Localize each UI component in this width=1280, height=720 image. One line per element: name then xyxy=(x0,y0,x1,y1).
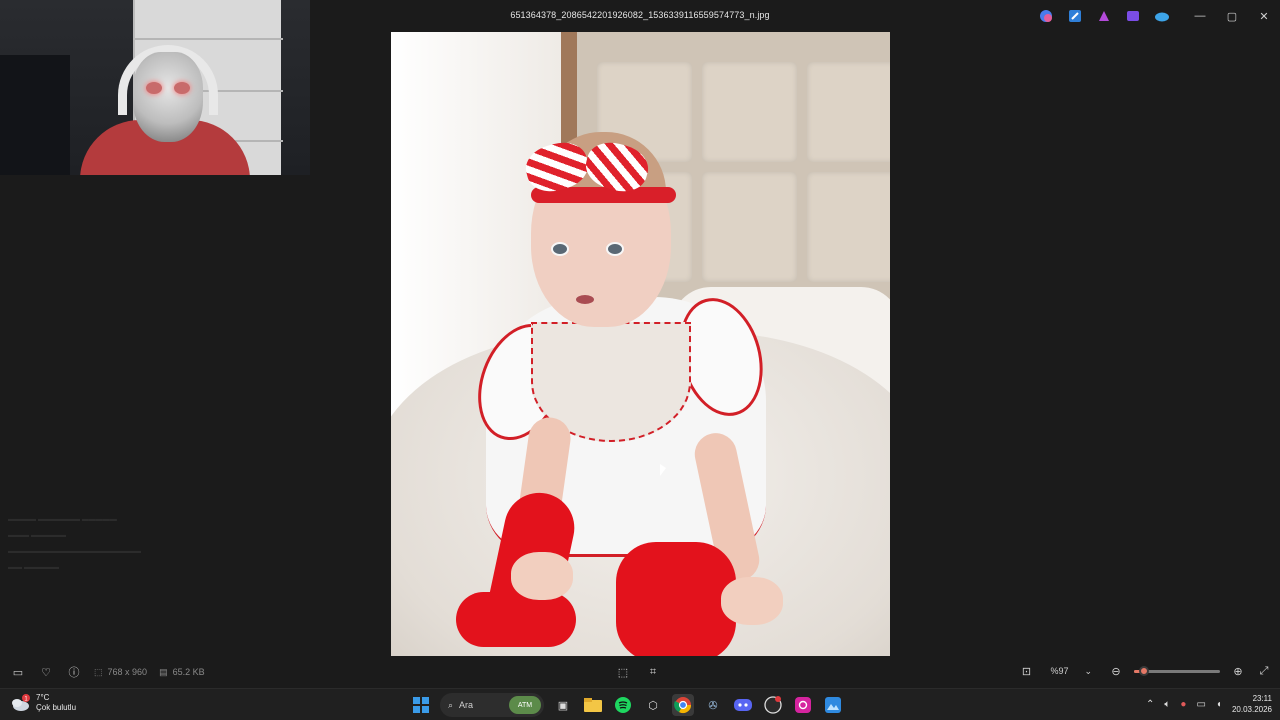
designer-icon[interactable] xyxy=(1096,8,1112,24)
fit-to-window-icon[interactable]: ⊡ xyxy=(1018,663,1034,679)
file-info-icon[interactable]: ⓘ xyxy=(66,664,82,680)
webcam-overlay xyxy=(0,0,310,175)
fullscreen-icon[interactable]: ⤢ xyxy=(1256,663,1272,679)
dimensions-icon: ⬚ xyxy=(94,666,103,677)
chrome-icon[interactable] xyxy=(672,694,694,716)
image-file-size: ▤ 65.2 KB xyxy=(159,666,205,678)
clipchamp-icon[interactable] xyxy=(1125,8,1141,24)
volume-icon[interactable]: ◖ xyxy=(1216,699,1222,710)
zoom-slider-thumb[interactable] xyxy=(1139,665,1150,676)
photo-canvas[interactable] xyxy=(391,32,890,656)
mouse-cursor xyxy=(660,464,666,476)
weather-temp: 7°C xyxy=(36,693,50,702)
filmstrip-icon[interactable]: ▭ xyxy=(10,664,26,680)
viewer-bottom-bar: ▭ ♡ ⓘ ⬚ 768 x 960 ▤ 65.2 KB ⬚ ⌗ ⊡ %97 ⌄ … xyxy=(0,660,1280,684)
obs-icon[interactable] xyxy=(762,694,784,716)
onedrive-icon[interactable] xyxy=(1154,8,1170,24)
zoom-value: %97 xyxy=(1050,666,1069,676)
network-icon[interactable]: ▭ xyxy=(1196,699,1205,710)
copilot-icon[interactable] xyxy=(1038,8,1054,24)
discord-icon[interactable] xyxy=(732,694,754,716)
chevron-down-icon: ⌄ xyxy=(1084,665,1092,676)
zoom-in-icon[interactable]: ⊕ xyxy=(1230,663,1246,679)
scan-text-icon[interactable]: ⌗ xyxy=(645,664,661,680)
favorite-heart-icon[interactable]: ♡ xyxy=(38,664,54,680)
title-app-shortcuts xyxy=(1038,8,1170,24)
search-icon: ⌕ xyxy=(448,699,454,710)
epic-games-icon[interactable]: ⬡ xyxy=(642,694,664,716)
windows-start-icon[interactable] xyxy=(410,694,432,716)
photos-app-icon[interactable] xyxy=(822,694,844,716)
photos-app-window: 651364378_2086542201926082_1536339116559… xyxy=(0,0,1280,720)
clock-time: 23:11 xyxy=(1252,694,1272,703)
visual-search-icon[interactable]: ⬚ xyxy=(615,664,631,680)
system-tray: ⌃ 🔈︎ ● ▭ ◖ 23:11 20.03.2026 xyxy=(1146,693,1272,715)
windows-taskbar: 1 7°C Çok bulutlu ⌕ Ara ATM ▣ ⬡ ✇ ⌃ 🔈︎ ●… xyxy=(0,688,1280,720)
microphone-icon[interactable]: ● xyxy=(1180,699,1186,710)
task-view-icon[interactable]: ▣ xyxy=(552,694,574,716)
bottom-left-tools: ▭ ♡ ⓘ ⬚ 768 x 960 ▤ 65.2 KB xyxy=(10,664,205,680)
minimize-button[interactable]: — xyxy=(1184,0,1216,32)
cloudy-weather-icon: 1 xyxy=(12,694,30,711)
search-highlight-badge: ATM xyxy=(509,696,541,714)
speaker-icon[interactable]: 🔈︎ xyxy=(1164,699,1170,710)
spotify-icon[interactable] xyxy=(612,694,634,716)
window-controls: — ▢ ✕ xyxy=(1184,0,1280,32)
bottom-center-tools: ⬚ ⌗ xyxy=(615,664,661,680)
close-button[interactable]: ✕ xyxy=(1248,0,1280,32)
steam-icon[interactable]: ✇ xyxy=(702,694,724,716)
search-placeholder: Ara xyxy=(459,700,474,710)
weather-condition: Çok bulutlu xyxy=(36,703,77,712)
webcam-skull-mask xyxy=(133,52,203,142)
file-explorer-icon[interactable] xyxy=(582,694,604,716)
taskbar-clock[interactable]: 23:11 20.03.2026 xyxy=(1232,693,1272,715)
weather-widget[interactable]: 1 7°C Çok bulutlu xyxy=(10,693,76,713)
zoom-slider[interactable] xyxy=(1134,665,1220,676)
bottom-right-tools: ⊡ %97 ⌄ ⊖ ⊕ ⤢ xyxy=(1018,663,1272,679)
chevron-up-icon[interactable]: ⌃ xyxy=(1146,699,1154,710)
image-dimensions: ⬚ 768 x 960 xyxy=(94,666,148,678)
instagram-icon[interactable] xyxy=(792,694,814,716)
photos-edit-icon[interactable] xyxy=(1067,8,1083,24)
maximize-button[interactable]: ▢ xyxy=(1216,0,1248,32)
faint-chat-overlay: ▬▬▬▬ ▬▬▬▬▬▬ ▬▬▬▬▬ ▬▬▬ ▬▬▬▬▬ ▬▬▬▬▬▬▬▬▬▬▬▬… xyxy=(8,516,141,571)
zoom-select[interactable]: %97 ⌄ xyxy=(1044,664,1098,679)
taskbar-search[interactable]: ⌕ Ara ATM xyxy=(440,693,544,717)
clock-date: 20.03.2026 xyxy=(1231,705,1272,714)
zoom-out-icon[interactable]: ⊖ xyxy=(1108,663,1124,679)
taskbar-apps: ⌕ Ara ATM ▣ ⬡ ✇ xyxy=(410,693,844,717)
file-size-icon: ▤ xyxy=(159,666,168,677)
